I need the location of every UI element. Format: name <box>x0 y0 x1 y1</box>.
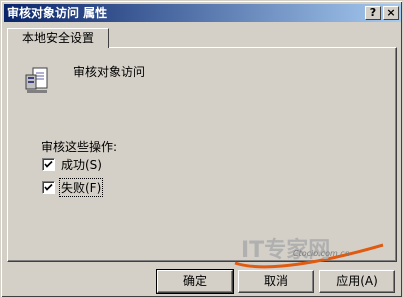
cancel-button[interactable]: 取消 <box>238 270 314 293</box>
failure-checkbox-row[interactable]: 失败(F) <box>42 177 104 197</box>
properties-window: 审核对象访问 属性 ? × 本地安全设置 审核对象访问 审核这些操作: 成功(S… <box>0 0 403 298</box>
title-bar[interactable]: 审核对象访问 属性 ? × <box>4 4 401 22</box>
close-icon: × <box>386 6 396 19</box>
window-title: 审核对象访问 属性 <box>7 6 108 20</box>
success-label[interactable]: 成功(S) <box>60 156 103 173</box>
audit-section-label: 审核这些操作: <box>41 140 118 154</box>
question-mark-icon: ? <box>369 6 377 19</box>
success-checkbox[interactable] <box>42 157 55 171</box>
tab-local-security-setting[interactable]: 本地安全设置 <box>7 28 109 48</box>
success-checkbox-row[interactable]: 成功(S) <box>42 156 103 172</box>
policy-name: 审核对象访问 <box>73 65 146 79</box>
watermark-url: Ctocio.com.cn <box>293 249 350 258</box>
check-icon <box>44 160 53 168</box>
apply-button[interactable]: 应用(A) <box>319 270 395 293</box>
close-button[interactable]: × <box>383 6 399 20</box>
failure-label[interactable]: 失败(F) <box>58 177 104 197</box>
ok-button[interactable]: 确定 <box>156 269 234 294</box>
check-icon <box>44 183 53 191</box>
help-button[interactable]: ? <box>365 6 381 20</box>
failure-checkbox[interactable] <box>42 180 55 194</box>
policy-audit-icon <box>25 67 48 93</box>
